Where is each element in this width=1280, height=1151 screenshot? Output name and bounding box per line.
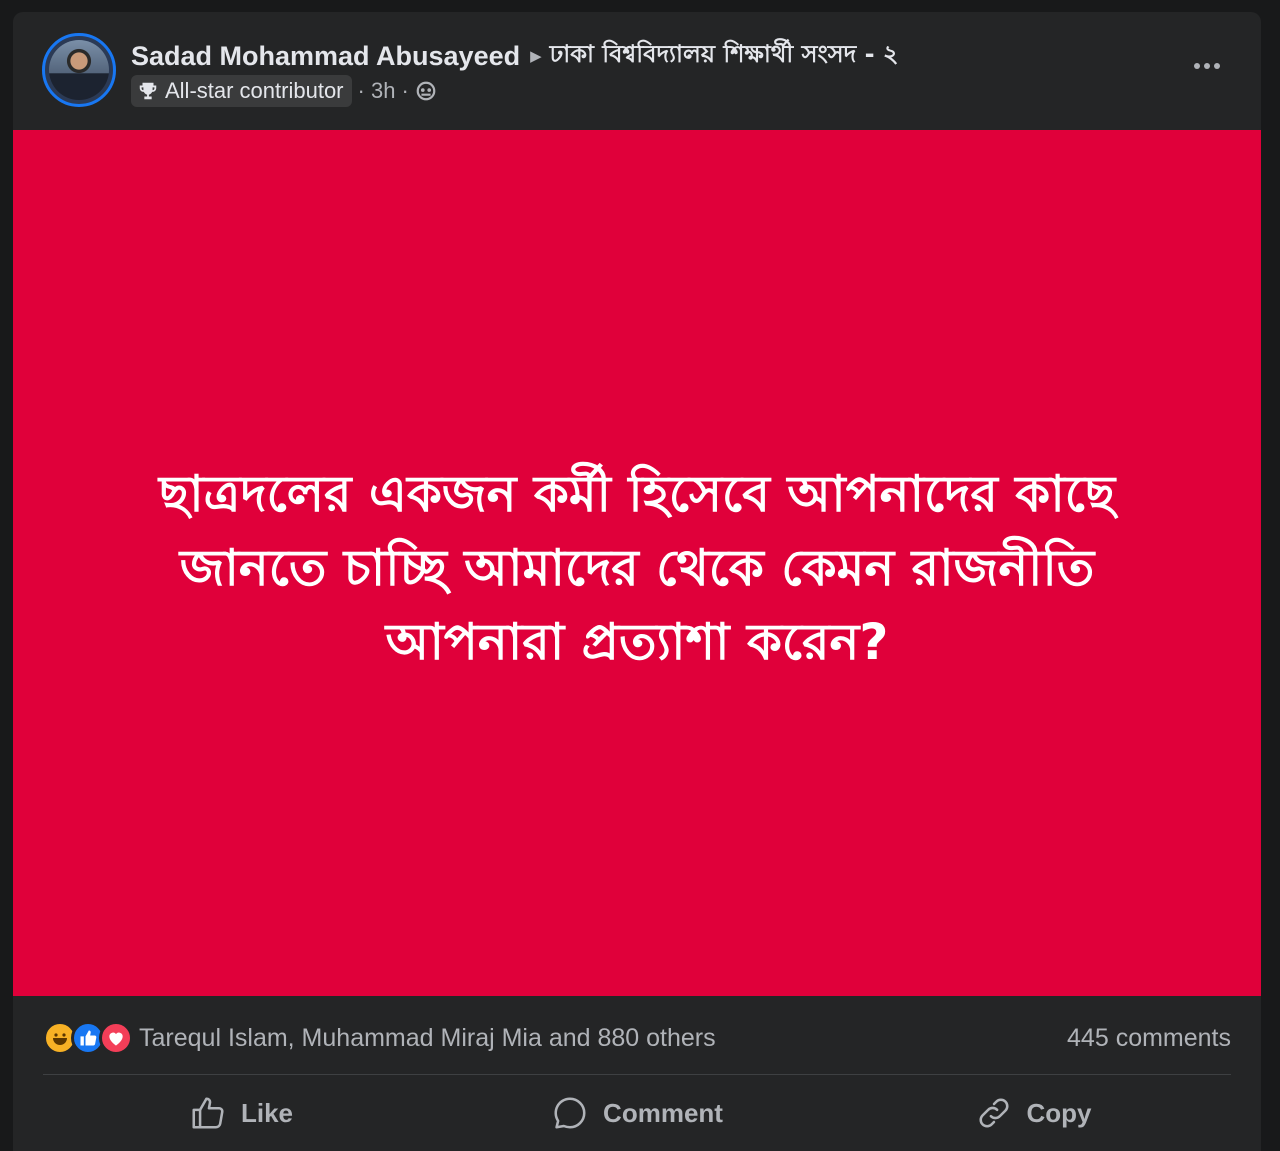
post-header: Sadad Mohammad Abusayeed ▶ ঢাকা বিশ্ববিদ…: [13, 12, 1261, 130]
reaction-summary[interactable]: Tarequl Islam, Muhammad Miraj Mia and 88…: [43, 1021, 716, 1055]
more-options-button[interactable]: [1187, 52, 1227, 80]
reaction-names: Tarequl Islam, Muhammad Miraj Mia and 88…: [139, 1023, 716, 1052]
dot-icon: [1194, 63, 1200, 69]
caret-right-icon: ▶: [530, 48, 542, 65]
group-name[interactable]: ঢাকা বিশ্ববিদ্যালয় শিক্ষার্থী সংসদ - ২: [550, 36, 899, 76]
copy-button[interactable]: Copy: [835, 1080, 1231, 1146]
avatar[interactable]: [42, 33, 116, 107]
dot-icon: [1204, 63, 1210, 69]
copy-label: Copy: [1026, 1097, 1092, 1128]
link-icon: [979, 1098, 1008, 1128]
post-card: Sadad Mohammad Abusayeed ▶ ঢাকা বিশ্ববিদ…: [13, 12, 1261, 1151]
comment-button[interactable]: Comment: [439, 1080, 835, 1146]
post-meta: All-star contributor · 3h ·: [131, 75, 437, 107]
author-line: Sadad Mohammad Abusayeed ▶ ঢাকা বিশ্ববিদ…: [131, 36, 899, 76]
comment-label: Comment: [603, 1097, 723, 1128]
group-privacy-icon: [416, 81, 436, 101]
contributor-badge[interactable]: All-star contributor: [131, 75, 352, 107]
comment-bubble-icon: [554, 1097, 586, 1129]
badge-label: All-star contributor: [165, 78, 344, 103]
post-time[interactable]: · 3h ·: [358, 78, 409, 104]
reactions-bar: Tarequl Islam, Muhammad Miraj Mia and 88…: [43, 1016, 1231, 1060]
action-bar: Like Comment Copy: [43, 1080, 1231, 1146]
thumbs-up-icon: [192, 1097, 224, 1129]
author-name[interactable]: Sadad Mohammad Abusayeed: [131, 41, 520, 72]
divider: [43, 1074, 1231, 1075]
dot-icon: [1214, 63, 1220, 69]
post-image[interactable]: ছাত্রদলের একজন কর্মী হিসেবে আপনাদের কাছে…: [13, 130, 1261, 996]
like-button[interactable]: Like: [43, 1080, 439, 1146]
avatar-image: [49, 40, 109, 100]
love-icon: [99, 1021, 133, 1055]
trophy-icon: [139, 82, 157, 100]
post-image-text: ছাত্রদলের একজন কর্মী হিসেবে আপনাদের কাছে…: [158, 465, 1116, 671]
comments-count[interactable]: 445 comments: [1067, 1024, 1231, 1053]
like-label: Like: [240, 1097, 294, 1128]
reaction-icons: [43, 1021, 133, 1055]
